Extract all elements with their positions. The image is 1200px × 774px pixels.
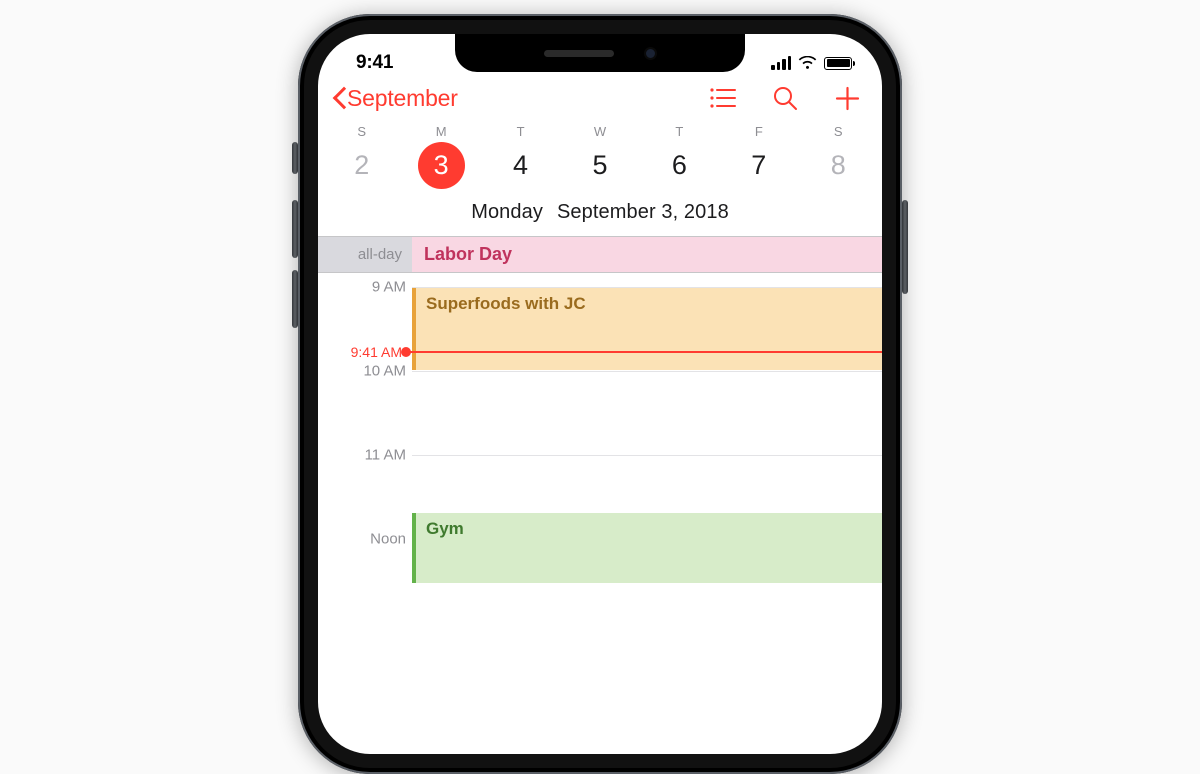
- now-indicator: 9:41 AM: [318, 344, 882, 360]
- screen: 9:41 September: [318, 34, 882, 754]
- now-time-label: 9:41 AM: [318, 344, 406, 360]
- speaker-grille: [544, 50, 614, 57]
- plus-icon: [835, 86, 860, 111]
- back-label: September: [347, 85, 458, 112]
- day-cell[interactable]: 5: [560, 139, 639, 191]
- list-view-button[interactable]: [710, 85, 736, 111]
- all-day-label: all-day: [318, 237, 412, 272]
- hour-label: 11 AM: [318, 447, 406, 464]
- day-timeline[interactable]: 9 AM 10 AM 11 AM Noon Superfoods with JC…: [318, 273, 882, 613]
- weekday-header: S M T W T F S: [318, 120, 882, 139]
- search-button[interactable]: [772, 85, 798, 111]
- date-full: September 3, 2018: [557, 201, 729, 223]
- phone-frame: 9:41 September: [298, 14, 902, 774]
- front-camera: [644, 47, 657, 60]
- weekday-label: F: [719, 124, 798, 139]
- back-button[interactable]: September: [332, 84, 458, 112]
- weekday-label: S: [799, 124, 878, 139]
- weekday-label: M: [401, 124, 480, 139]
- all-day-event[interactable]: Labor Day: [412, 237, 882, 272]
- date-dow: Monday: [471, 201, 543, 223]
- battery-icon: [824, 57, 852, 70]
- hour-label: 9 AM: [318, 279, 406, 296]
- cellular-signal-icon: [771, 56, 791, 70]
- day-cell[interactable]: 6: [640, 139, 719, 191]
- weekday-label: T: [481, 124, 560, 139]
- search-icon: [773, 86, 798, 111]
- weekday-label: T: [640, 124, 719, 139]
- power-button[interactable]: [902, 200, 908, 294]
- weekday-label: S: [322, 124, 401, 139]
- chevron-left-icon: [332, 84, 347, 112]
- date-title: Monday September 3, 2018: [318, 201, 882, 236]
- notch: [455, 34, 745, 72]
- day-cell[interactable]: 8: [799, 139, 878, 191]
- wifi-icon: [798, 56, 817, 70]
- all-day-row: all-day Labor Day: [318, 237, 882, 272]
- hour-label: Noon: [318, 531, 406, 548]
- day-cell[interactable]: 4: [481, 139, 560, 191]
- day-cell-selected[interactable]: 3: [401, 139, 480, 191]
- status-time: 9:41: [356, 52, 393, 74]
- add-event-button[interactable]: [834, 85, 860, 111]
- week-day-row: 2 3 4 5 6 7 8: [318, 139, 882, 201]
- hour-label: 10 AM: [318, 363, 406, 380]
- list-icon: [710, 87, 736, 109]
- day-cell[interactable]: 2: [322, 139, 401, 191]
- nav-bar: September: [318, 82, 882, 120]
- weekday-label: W: [560, 124, 639, 139]
- day-cell[interactable]: 7: [719, 139, 798, 191]
- event-gym[interactable]: Gym: [412, 513, 882, 583]
